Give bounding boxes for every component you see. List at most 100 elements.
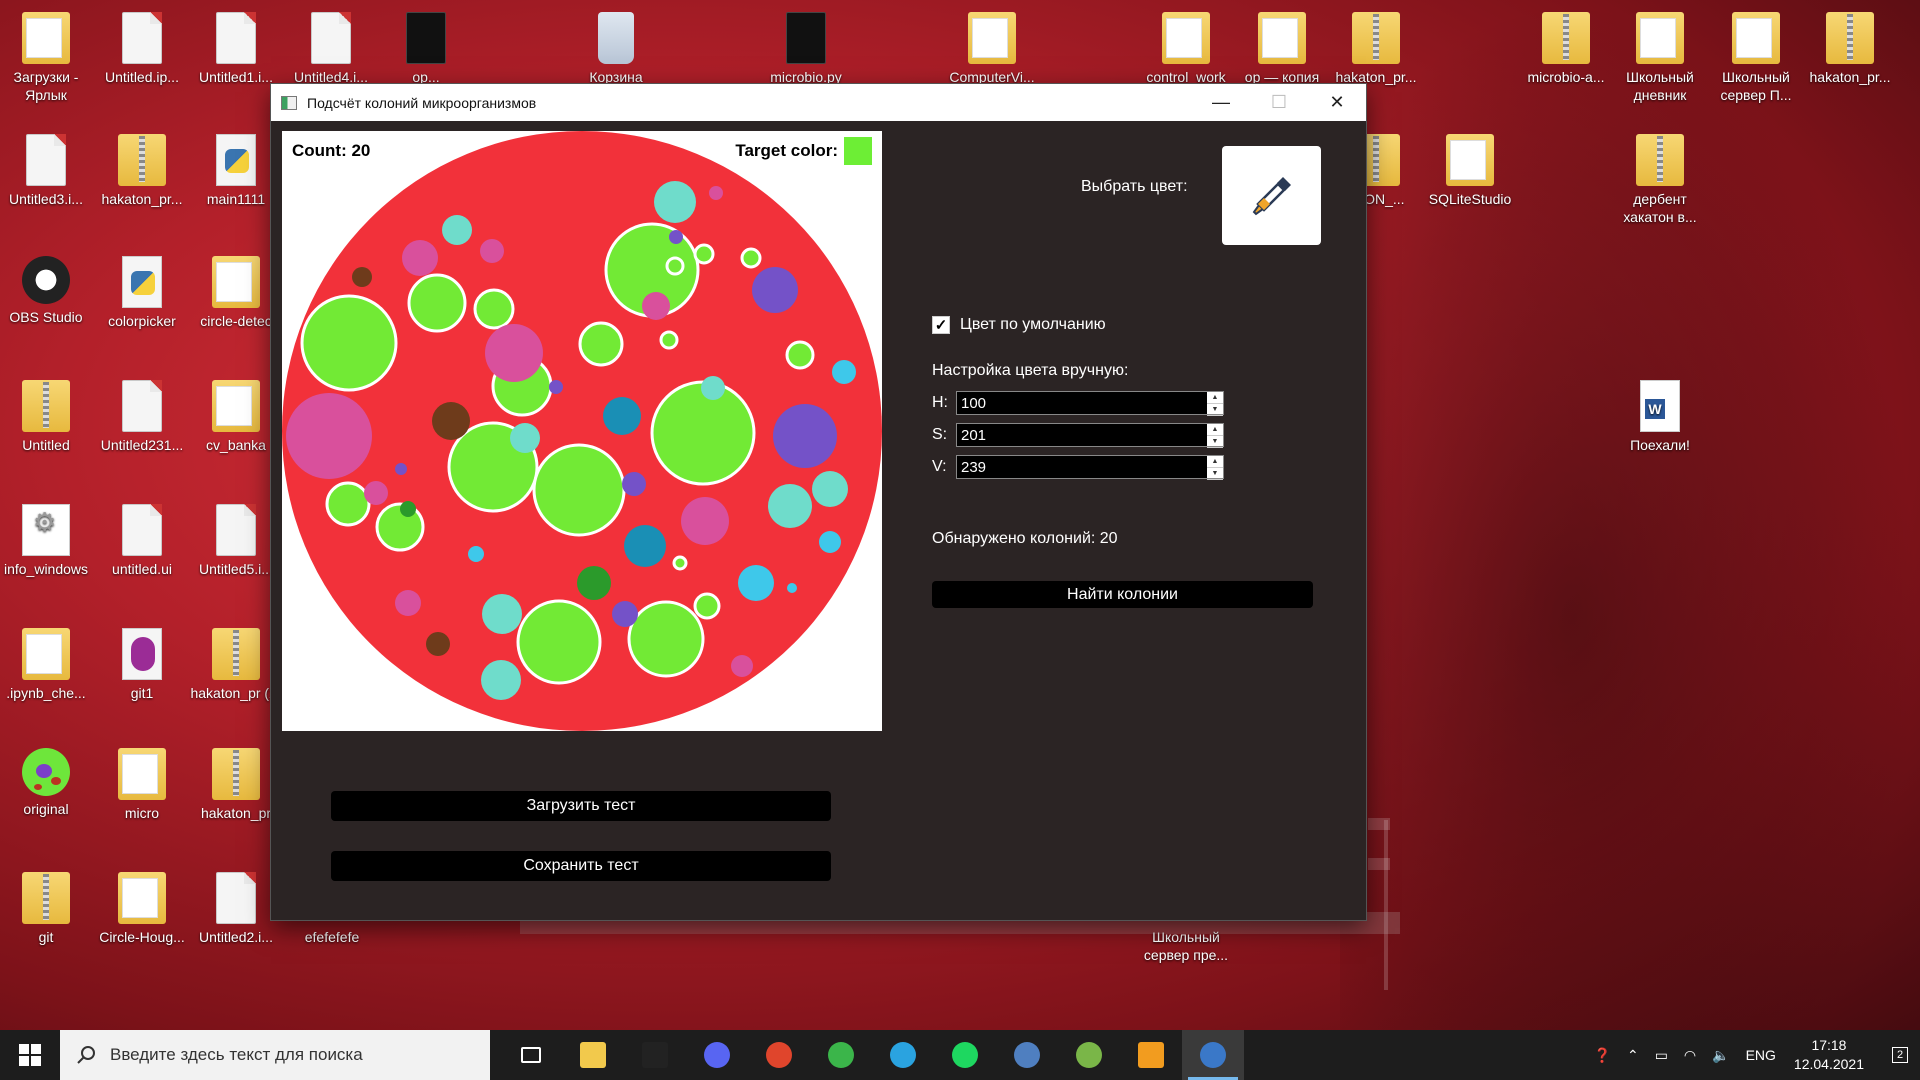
spotify-icon[interactable] — [934, 1030, 996, 1080]
s-spin-arrows[interactable]: ▲ ▼ — [1207, 424, 1223, 448]
save-test-button[interactable]: Сохранить тест — [331, 851, 831, 881]
file-explorer-icon[interactable] — [562, 1030, 624, 1080]
search-icon — [77, 1046, 95, 1064]
sublime-icon[interactable] — [1120, 1030, 1182, 1080]
desktop-icon-label: дербент хакатон в... — [1623, 191, 1697, 225]
default-color-row[interactable]: ✓ Цвет по умолчанию — [932, 316, 1106, 334]
spin-down-icon[interactable]: ▼ — [1207, 436, 1223, 448]
desktop-icon[interactable]: op... — [380, 12, 472, 86]
desktop-icon[interactable]: info_windows — [0, 504, 92, 578]
ui-file-icon — [122, 504, 162, 556]
python-icon[interactable] — [1182, 1030, 1244, 1080]
colony — [612, 601, 638, 627]
desktop-icon[interactable]: git1 — [96, 628, 188, 702]
spin-down-icon[interactable]: ▼ — [1207, 404, 1223, 416]
desktop-icon[interactable]: Untitled5.i... — [190, 504, 282, 578]
desktop-icon[interactable]: Корзина — [570, 12, 662, 86]
desktop-icon[interactable]: control_work — [1140, 12, 1232, 86]
desktop-icon[interactable]: micro — [96, 748, 188, 822]
desktop-icon[interactable]: hakaton_pr... — [96, 134, 188, 208]
telegram-icon[interactable] — [872, 1030, 934, 1080]
find-colonies-button[interactable]: Найти колонии — [932, 581, 1313, 608]
eyedropper-icon — [1252, 176, 1291, 215]
desktop-icon[interactable]: Школьный сервер пре... — [1140, 928, 1232, 964]
spin-down-icon[interactable]: ▼ — [1207, 468, 1223, 480]
desktop-icon-label: untitled.ui — [112, 561, 172, 577]
minimize-button[interactable]: — — [1192, 84, 1250, 121]
desktop-icon[interactable]: hakaton_pr... — [1330, 12, 1422, 86]
desktop-icon[interactable]: hakaton_pr — [190, 748, 282, 822]
virtualbox-icon[interactable] — [996, 1030, 1058, 1080]
desktop-icon[interactable]: OBS Studio — [0, 256, 92, 326]
h-spinbox[interactable]: 100 ▲ ▼ — [956, 391, 1224, 416]
desktop-icon[interactable]: дербент хакатон в... — [1614, 134, 1706, 226]
desktop-icon[interactable]: hakaton_pr (2) — [190, 628, 282, 702]
desktop-icon[interactable]: Circle-Houg... — [96, 872, 188, 946]
v-spin-arrows[interactable]: ▲ ▼ — [1207, 456, 1223, 480]
desktop-icon[interactable]: Untitled231... — [96, 380, 188, 454]
desktop-icon[interactable]: Поехали! — [1614, 380, 1706, 454]
folder-icon — [212, 256, 260, 308]
chevron-up-icon[interactable]: ⌃ — [1627, 1047, 1639, 1064]
clock[interactable]: 17:18 12.04.2021 — [1794, 1036, 1864, 1074]
desktop-icon[interactable]: Untitled3.i... — [0, 134, 92, 208]
desktop-icon[interactable]: Untitled2.i... — [190, 872, 282, 946]
default-color-checkbox[interactable]: ✓ — [932, 316, 950, 334]
task-view-icon[interactable] — [500, 1030, 562, 1080]
colony — [426, 632, 450, 656]
colony — [442, 215, 472, 245]
zip-folder-icon — [1352, 12, 1400, 64]
desktop-icon[interactable]: hakaton_pr... — [1804, 12, 1896, 86]
desktop-icon[interactable]: Untitled.ip... — [96, 12, 188, 86]
spin-up-icon[interactable]: ▲ — [1207, 392, 1223, 404]
start-button[interactable] — [0, 1030, 60, 1080]
volume-icon[interactable]: 🔈 — [1712, 1047, 1729, 1064]
language-indicator[interactable]: ENG — [1746, 1047, 1776, 1063]
desktop-icon[interactable]: Школьный сервер П... — [1710, 12, 1802, 104]
obs-studio-icon — [22, 256, 70, 304]
taskbar-search[interactable]: Введите здесь текст для поиска — [60, 1030, 490, 1080]
notebook-file-icon — [26, 134, 66, 186]
desktop-icon[interactable]: colorpicker — [96, 256, 188, 330]
pick-color-button[interactable] — [1222, 146, 1321, 245]
desktop-icon[interactable]: main1111 — [190, 134, 282, 208]
desktop-icon[interactable]: efefefefe — [286, 928, 378, 946]
load-test-button[interactable]: Загрузить тест — [331, 791, 831, 821]
desktop-icon[interactable]: op — копия — [1236, 12, 1328, 86]
desktop-icon[interactable]: untitled.ui — [96, 504, 188, 578]
notifications-button[interactable]: 2 — [1880, 1030, 1920, 1080]
battery-icon[interactable]: ▭ — [1655, 1047, 1668, 1064]
desktop-icon[interactable]: circle-detec — [190, 256, 282, 330]
desktop-icon-label: ComputerVi... — [949, 69, 1035, 85]
desktop-icon[interactable]: Загрузки - Ярлык — [0, 12, 92, 104]
desktop-icon[interactable]: .ipynb_che... — [0, 628, 92, 702]
desktop-icon[interactable]: microbio-a... — [1520, 12, 1612, 86]
desktop-icon[interactable]: Untitled1.i... — [190, 12, 282, 86]
desktop-icon[interactable]: Untitled4.i... — [285, 12, 377, 86]
chrome-icon[interactable] — [748, 1030, 810, 1080]
desktop-icon[interactable]: ComputerVi... — [946, 12, 1038, 86]
v-spinbox[interactable]: 239 ▲ ▼ — [956, 455, 1224, 480]
spin-up-icon[interactable]: ▲ — [1207, 424, 1223, 436]
colony — [432, 402, 470, 440]
desktop-icon[interactable]: microbio.py — [760, 12, 852, 86]
spin-up-icon[interactable]: ▲ — [1207, 456, 1223, 468]
close-button[interactable]: ✕ — [1308, 84, 1366, 121]
desktop-icon[interactable]: Untitled — [0, 380, 92, 454]
h-spin-arrows[interactable]: ▲ ▼ — [1207, 392, 1223, 416]
wifi-icon[interactable]: ◠ — [1684, 1047, 1696, 1064]
desktop-icon[interactable]: original — [0, 748, 92, 818]
utorrent-icon[interactable] — [1058, 1030, 1120, 1080]
desktop-icon[interactable]: Школьный дневник — [1614, 12, 1706, 104]
desktop-icon[interactable]: cv_banka — [190, 380, 282, 454]
desktop-icon-label: hakaton_pr... — [1335, 69, 1417, 85]
help-icon[interactable]: ❓ — [1594, 1047, 1611, 1064]
dev-app-icon[interactable] — [810, 1030, 872, 1080]
s-spinbox[interactable]: 201 ▲ ▼ — [956, 423, 1224, 448]
terminal-icon[interactable] — [624, 1030, 686, 1080]
title-bar[interactable]: Подсчёт колоний микроорганизмов — ☐ ✕ — [271, 84, 1366, 121]
desktop-icon[interactable]: git — [0, 872, 92, 946]
discord-icon[interactable] — [686, 1030, 748, 1080]
colony — [402, 240, 438, 276]
desktop-icon[interactable]: SQLiteStudio — [1424, 134, 1516, 208]
